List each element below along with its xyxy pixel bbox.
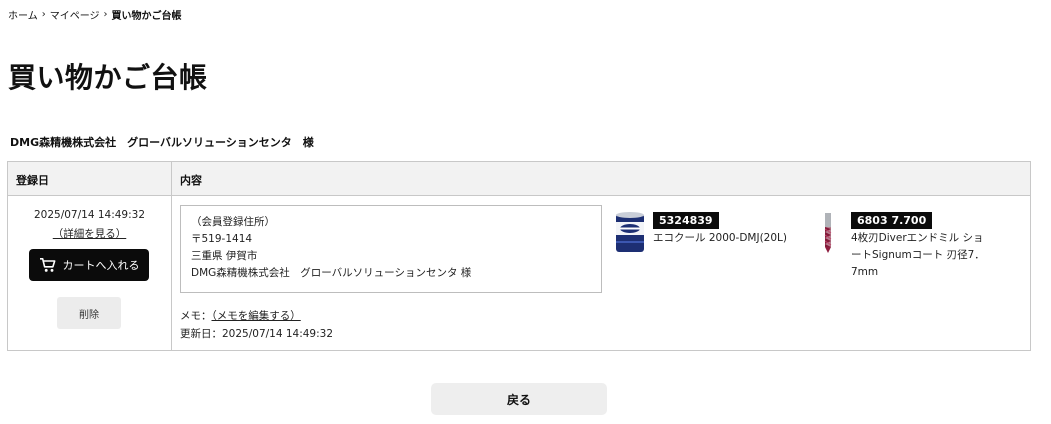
registered-address-box: （会員登録住所） 〒519-1414 三重県 伊賀市 DMG森精機株式会社 グロ…	[180, 205, 602, 293]
column-header-content: 内容	[180, 174, 202, 187]
address-line: DMG森精機株式会社 グローバルソリューションセンタ 様	[191, 267, 472, 279]
column-header-date: 登録日	[16, 174, 49, 187]
memo-label: メモ：	[180, 310, 212, 322]
company-name: DMG森精機株式会社 グローバルソリューションセンタ 様	[10, 136, 314, 149]
breadcrumb-mypage-link[interactable]: マイページ	[50, 7, 100, 22]
cart-ledger-table: 登録日 内容 2025/07/14 14:49:32 （詳細を見る） カートへ入…	[7, 161, 1031, 351]
updated-line: 更新日：2025/07/14 14:49:32	[180, 326, 333, 341]
memo-line: メモ：（メモを編集する）	[180, 308, 301, 323]
view-details-link[interactable]: （詳細を見る）	[53, 228, 127, 240]
product-code: 6803 7.700	[851, 212, 933, 229]
table-row-date-cell: 2025/07/14 14:49:32 （詳細を見る） カートへ入れる 削除	[8, 196, 171, 351]
delete-button[interactable]: 削除	[57, 297, 121, 329]
registered-date: 2025/07/14 14:49:32	[33, 209, 145, 221]
product-name: エコクール 2000-DMJ(20L)	[653, 232, 787, 244]
back-button[interactable]: 戻る	[431, 383, 607, 415]
page-title: 買い物かご台帳	[8, 61, 208, 94]
add-to-cart-button[interactable]: カートへ入れる	[29, 249, 149, 281]
table-header: 登録日 内容	[8, 162, 1030, 196]
updated-label: 更新日：	[180, 328, 222, 340]
chevron-right-icon: ›	[41, 9, 46, 20]
product-code: 5324839	[653, 212, 719, 229]
breadcrumb-current: 買い物かご台帳	[111, 11, 182, 22]
column-divider	[171, 162, 172, 350]
end-mill-icon	[824, 213, 832, 253]
address-line: （会員登録住所）	[191, 216, 275, 228]
chevron-right-icon: ›	[103, 9, 108, 20]
breadcrumb: ホーム › マイページ › 買い物かご台帳	[8, 7, 182, 22]
cart-icon	[39, 257, 55, 272]
add-to-cart-label: カートへ入れる	[62, 259, 140, 272]
product-name: 4枚刃Diverエンドミル ショートSignumコート 刃径7．7mm	[851, 232, 985, 278]
edit-memo-link[interactable]: （メモを編集する）	[212, 310, 301, 322]
breadcrumb-home-link[interactable]: ホーム	[8, 7, 38, 22]
address-line: 三重県 伊賀市	[191, 250, 258, 262]
address-line: 〒519-1414	[191, 233, 253, 245]
coolant-can-icon	[616, 212, 644, 252]
updated-date: 2025/07/14 14:49:32	[222, 328, 334, 340]
